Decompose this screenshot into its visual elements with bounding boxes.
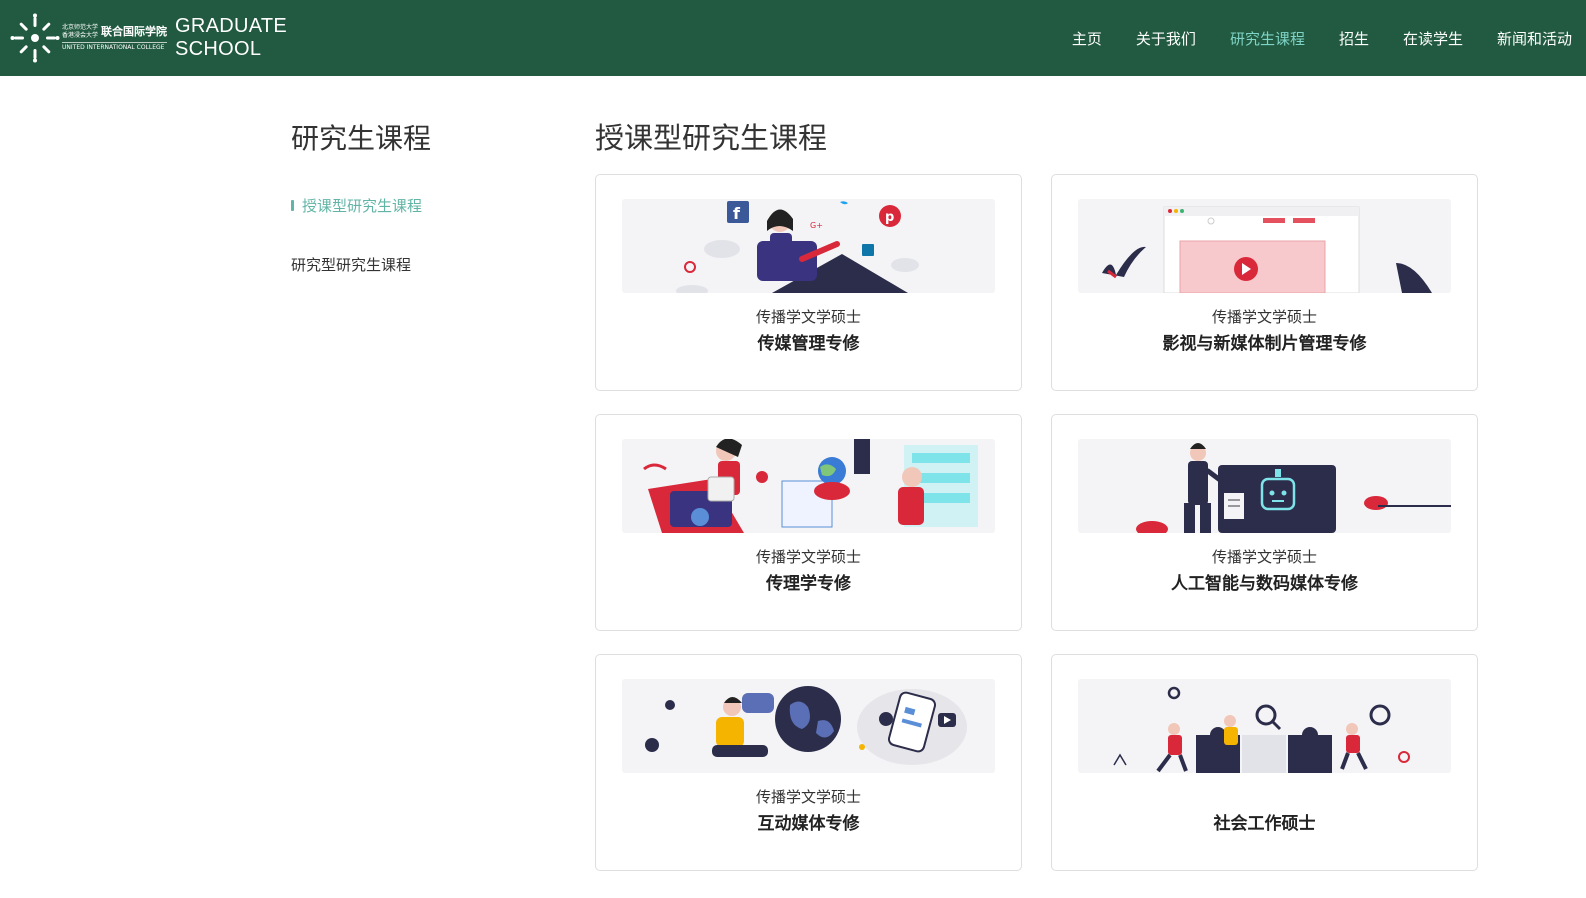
ai-robot-illustration	[1078, 439, 1451, 533]
logo-hkbu-label: 香港浸会大学	[62, 32, 99, 39]
nav-admissions[interactable]: 招生	[1339, 28, 1369, 49]
card-subtitle: 传播学文学硕士	[1211, 308, 1317, 326]
logo-college-name: 联合国际学院	[101, 25, 168, 38]
nav-current-students[interactable]: 在读学生	[1403, 28, 1463, 49]
logo[interactable]: 北京师范大学 香港浸会大学 联合国际学院 UNITED INTERNATIONA…	[10, 13, 287, 63]
page-title: 授课型研究生课程	[595, 121, 828, 155]
wordmark-school: SCHOOL	[175, 38, 262, 60]
card-title: 社会工作硕士	[1213, 814, 1316, 834]
card-title: 传理学专修	[766, 574, 851, 594]
card-subtitle: 传播学文学硕士	[755, 788, 861, 806]
sidebar-item-taught[interactable]: 授课型研究生课程	[291, 195, 422, 216]
nav-programmes[interactable]: 研究生课程	[1230, 28, 1305, 49]
communication-theory-illustration	[622, 439, 995, 533]
card-title: 传媒管理专修	[757, 334, 860, 354]
sidebar-item-label: 授课型研究生课程	[302, 197, 423, 215]
programme-card-ai-digital-media[interactable]: 传播学文学硕士 人工智能与数码媒体专修	[1051, 414, 1478, 631]
card-subtitle: 传播学文学硕士	[755, 548, 861, 566]
main-nav: 主页 关于我们 研究生课程 招生 在读学生 新闻和活动	[1038, 0, 1572, 76]
nav-about[interactable]: 关于我们	[1136, 28, 1196, 49]
svg-text:f: f	[733, 204, 741, 223]
nav-home[interactable]: 主页	[1072, 28, 1102, 49]
card-subtitle: 传播学文学硕士	[755, 308, 861, 326]
logo-text: 北京师范大学 香港浸会大学 联合国际学院 UNITED INTERNATIONA…	[62, 24, 168, 52]
svg-text:p: p	[885, 210, 894, 225]
card-title: 人工智能与数码媒体专修	[1171, 574, 1358, 594]
programme-card-media-management[interactable]: f p G+ 传播学文学硕士 传媒管理专修	[595, 174, 1022, 391]
sidebar-title: 研究生课程	[291, 122, 432, 155]
programme-card-film-new-media[interactable]: 传播学文学硕士 影视与新媒体制片管理专修	[1051, 174, 1478, 391]
site-header: 北京师范大学 香港浸会大学 联合国际学院 UNITED INTERNATIONA…	[0, 0, 1586, 76]
card-title: 互动媒体专修	[757, 814, 860, 834]
logo-bnu-label: 北京师范大学	[62, 24, 99, 31]
logo-en-name: UNITED INTERNATIONAL COLLEGE	[62, 42, 168, 52]
video-production-illustration	[1078, 199, 1451, 293]
card-title: 影视与新媒体制片管理专修	[1162, 334, 1367, 354]
programme-card-interactive-media[interactable]: 传播学文学硕士 互动媒体专修	[595, 654, 1022, 871]
wordmark-graduate: GRADUATE	[175, 15, 288, 37]
uic-logo-icon	[10, 13, 60, 63]
interactive-media-illustration	[622, 679, 995, 773]
social-media-illustration: f p G+	[622, 199, 995, 293]
active-indicator	[291, 200, 294, 211]
programme-card-social-work[interactable]: 社会工作硕士	[1051, 654, 1478, 871]
graduate-school-wordmark: GRADUATE SCHOOL	[175, 15, 287, 61]
puzzle-teamwork-illustration	[1078, 679, 1451, 773]
svg-text:G+: G+	[810, 221, 823, 230]
card-subtitle: 传播学文学硕士	[1211, 548, 1317, 566]
sidebar-item-research[interactable]: 研究型研究生课程	[291, 254, 411, 275]
programme-card-communication-theory[interactable]: 传播学文学硕士 传理学专修	[595, 414, 1022, 631]
nav-news-events[interactable]: 新闻和活动	[1497, 28, 1572, 49]
